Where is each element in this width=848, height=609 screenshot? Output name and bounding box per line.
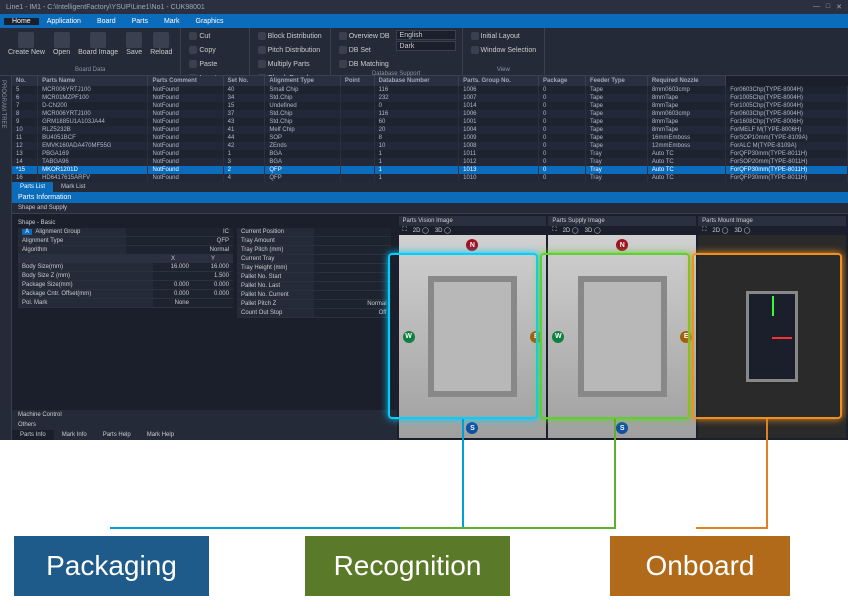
menu-graphics[interactable]: Graphics [188,18,232,25]
list-tabs: Parts ListMark List [12,182,848,192]
table-row[interactable]: 6MCR01MZPF100NotFound34Std.Chip23210070T… [12,94,848,102]
ribbon-paste[interactable]: Paste [187,58,242,71]
menu-home[interactable]: Home [4,18,39,25]
compass-w-icon: W [403,331,415,343]
ribbon-create-new[interactable]: Create New [6,30,47,58]
image-panel-2: Parts Mount Image⛶2D ◯3D ◯ [698,216,846,438]
ribbon-pitch-distribution[interactable]: Pitch Distribution [256,44,324,57]
ribbon-open[interactable]: Open [51,30,72,58]
col-set-no-[interactable]: Set No. [223,76,265,86]
expand-icon[interactable]: ⛶ [552,227,556,234]
table-row[interactable]: 9GRM1885U1A103JA44NotFound43Std.Chip6010… [12,118,848,126]
maximize-icon[interactable]: □ [826,3,830,11]
compass-s-icon: S [466,422,478,434]
menu-board[interactable]: Board [89,18,124,25]
label-packaging: Packaging [14,536,209,596]
table-row[interactable]: *15MKOR1201DNotFound2QFP110130TrayAuto T… [12,166,848,174]
expand-icon[interactable]: ⛶ [403,227,407,234]
compass-e-icon: E [530,331,542,343]
connector-onboard [766,419,768,529]
col-parts-name[interactable]: Parts Name [38,76,148,86]
table-row[interactable]: 16HD6417615ARFVNotFound4QFP110100TrayAut… [12,174,848,182]
menubar: HomeApplicationBoardPartsMarkGraphics [0,14,848,28]
machine-control-header[interactable]: Machine Control [12,410,397,420]
label-recognition: Recognition [305,536,510,596]
col-required-nozzle[interactable]: Required Nozzle [647,76,725,86]
col-parts-group-no-[interactable]: Parts. Group No. [459,76,539,86]
col-feeder-type[interactable]: Feeder Type [585,76,647,86]
ribbon-block-distribution[interactable]: Block Distribution [256,30,324,43]
minimize-icon[interactable]: — [813,3,820,11]
ribbon-window-selection[interactable]: Window Selection [469,44,539,57]
ribbon-reload[interactable]: Reload [148,30,174,58]
connector-recognition [614,419,616,529]
col-parts-comment[interactable]: Parts Comment [148,76,223,86]
titlebar: Line1 - IM1 - C:\IntelligentFactory\YSUP… [0,0,848,14]
table-row[interactable]: 10RLZ5232BNotFound41Melf Chip2010040Tape… [12,126,848,134]
menu-mark[interactable]: Mark [156,18,188,25]
ribbon-board-image[interactable]: Board Image [76,30,120,58]
compass-s-icon: S [616,422,628,434]
close-icon[interactable]: ✕ [836,3,842,11]
shape-basic-label: Shape - Basic [18,218,391,228]
shape-supply-header: Shape and Supply [12,203,848,213]
footer-tab-parts-help[interactable]: Parts Help [95,430,139,440]
ribbon-save[interactable]: Save [124,30,144,58]
table-row[interactable]: 11BU4051BCFNotFound44SOP810090Tape16mmEm… [12,134,848,142]
col-alignment-type[interactable]: Alignment Type [265,76,340,86]
theme-select[interactable]: Dark [396,41,456,51]
compass-n-icon: N [616,239,628,251]
compass-w-icon: W [552,331,564,343]
col-no-[interactable]: No. [12,76,38,86]
table-row[interactable]: 14TABGA96NotFound3BGA110120TrayAuto TCFo… [12,158,848,166]
menu-application[interactable]: Application [39,18,89,25]
title-text: Line1 - IM1 - C:\IntelligentFactory\YSUP… [6,4,205,11]
image-panel-1: Parts Supply Image⛶2D ◯3D ◯NSWE [548,216,696,438]
table-row[interactable]: 13PBGA169NotFound1BGA110110TrayAuto TCFo… [12,150,848,158]
col-database-number[interactable]: Database Number [374,76,459,86]
col-point[interactable]: Point [340,76,374,86]
program-tree-sidebar[interactable]: PROGRAM TREE [0,76,12,440]
others-header[interactable]: Others [12,420,397,430]
table-row[interactable]: 12EMVK160ADA470MF55GNotFound42ZEnds10100… [12,142,848,150]
ribbon: Create NewOpenBoard ImageSaveReloadBoard… [0,28,848,76]
ribbon-db-matching[interactable]: DB Matching [337,58,392,71]
compass-e-icon: E [680,331,692,343]
image-panel-0: Parts Vision Image⛶2D ◯3D ◯NSWE [399,216,547,438]
table-row[interactable]: 8MCR006YRTJ100NotFound37Std.Chip11610060… [12,110,848,118]
ribbon-cut[interactable]: Cut [187,30,242,43]
table-row[interactable]: 7D-CN200NotFound15Undefined010140Tape8mm… [12,102,848,110]
tab-parts-list[interactable]: Parts List [12,182,53,192]
language-select[interactable]: English [396,30,456,40]
ribbon-db-set[interactable]: DB Set [337,44,392,57]
footer-tab-parts-info[interactable]: Parts Info [12,430,54,440]
app-window: Line1 - IM1 - C:\IntelligentFactory\YSUP… [0,0,848,440]
col-package[interactable]: Package [539,76,586,86]
ribbon-multiply-parts[interactable]: Multiply Parts [256,58,324,71]
parts-table-area: No.Parts NameParts CommentSet No.Alignme… [12,76,848,182]
footer-tab-mark-help[interactable]: Mark Help [139,430,182,440]
menu-parts[interactable]: Parts [124,18,156,25]
connector-packaging [462,419,464,529]
parts-table: No.Parts NameParts CommentSet No.Alignme… [12,76,848,182]
ribbon-copy[interactable]: Copy [187,44,242,57]
tab-mark-list[interactable]: Mark List [53,182,93,192]
footer-tab-mark-info[interactable]: Mark Info [54,430,95,440]
compass-n-icon: N [466,239,478,251]
parts-info-header: Parts Information [12,192,848,203]
ribbon-overview-db[interactable]: Overview DB [337,30,392,43]
table-row[interactable]: 5MCR006YRTJ100NotFound40Small Chip116100… [12,86,848,94]
expand-icon[interactable]: ⛶ [702,227,706,234]
ribbon-initial-layout[interactable]: Initial Layout [469,30,539,43]
label-onboard: Onboard [610,536,790,596]
